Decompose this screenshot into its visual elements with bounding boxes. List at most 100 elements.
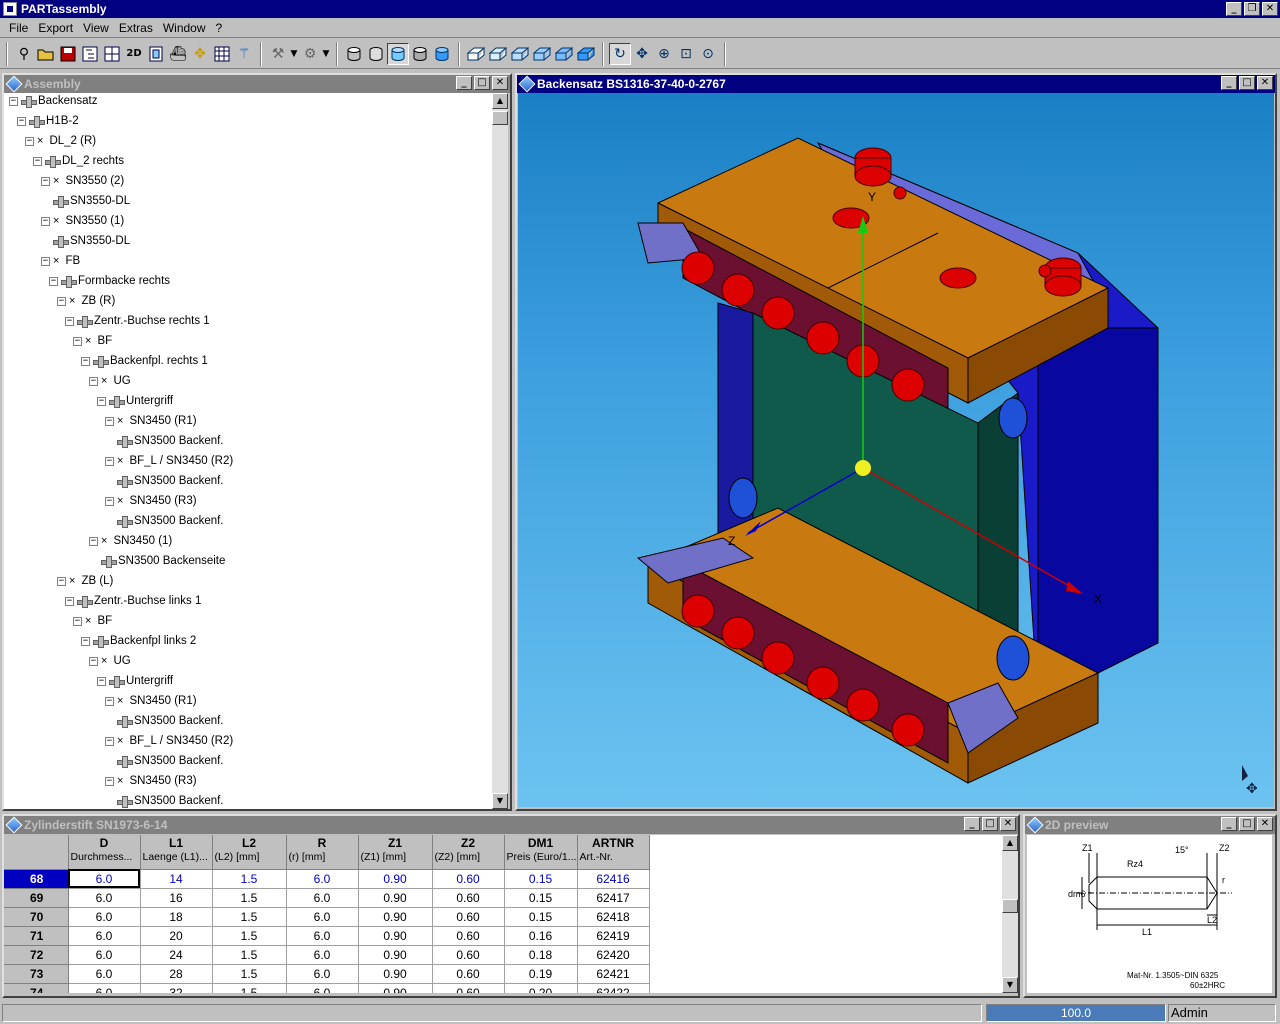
navigate-icon[interactable]: ⛴ xyxy=(167,43,189,65)
2d-view-icon[interactable]: 2D xyxy=(123,43,145,65)
table-cell[interactable]: 0.60 xyxy=(432,907,505,927)
viewport-close-button[interactable]: ✕ xyxy=(1257,76,1273,90)
tree-node[interactable]: − DL_2 rechts xyxy=(33,151,124,171)
table-cell[interactable]: 6.0 xyxy=(286,888,359,908)
column-header-r[interactable]: R (r) [mm] xyxy=(286,835,359,870)
cylinder-outline-icon[interactable] xyxy=(365,43,387,65)
tree-node[interactable]: SN3550-DL xyxy=(41,231,130,251)
collapse-toggle-icon[interactable]: − xyxy=(33,156,42,166)
table-cell[interactable]: 6.0 xyxy=(68,888,141,908)
table-cell[interactable]: 6.0 xyxy=(286,983,359,993)
restore-button[interactable]: ❐ xyxy=(1244,2,1260,16)
table-cell[interactable]: 14 xyxy=(140,869,213,889)
column-header-artnr[interactable]: ARTNR Art.-Nr. xyxy=(577,835,650,870)
column-header-z2[interactable]: Z2 (Z2) [mm] xyxy=(432,835,505,870)
tree-node[interactable]: − × SN3450 (R1) xyxy=(105,411,197,431)
table-cell[interactable]: 28 xyxy=(140,964,213,984)
tree-node[interactable]: SN3500 Backenf. xyxy=(105,711,224,731)
table-row[interactable]: 69 6.0 16 1.5 6.0 0.90 0.60 0.15 62417 xyxy=(4,888,650,908)
menu-extras[interactable]: Extras xyxy=(114,21,158,35)
collapse-toggle-icon[interactable]: − xyxy=(57,296,66,306)
collapse-toggle-icon[interactable]: − xyxy=(105,776,114,786)
tree-node[interactable]: − × UG xyxy=(89,371,131,391)
collapse-toggle-icon[interactable]: − xyxy=(105,696,114,706)
table-cell[interactable]: 6.0 xyxy=(286,907,359,927)
tree-node[interactable]: − × SN3450 (1) xyxy=(89,531,172,551)
table-cell[interactable]: 0.16 xyxy=(504,926,578,946)
scroll-thumb[interactable] xyxy=(492,111,508,125)
table-cell[interactable]: 0.60 xyxy=(432,869,505,889)
table-scroll-thumb[interactable] xyxy=(1002,899,1018,913)
binoculars-icon[interactable]: ⚲ xyxy=(13,43,35,65)
tree-node[interactable]: − × FB xyxy=(41,251,80,271)
row-number[interactable]: 74 xyxy=(4,983,69,993)
box-hidden-icon[interactable] xyxy=(487,43,509,65)
table-cell[interactable]: 1.5 xyxy=(212,945,287,965)
zoom-window-icon[interactable]: ⊕ xyxy=(653,43,675,65)
table-close-button[interactable]: ✕ xyxy=(1000,817,1016,831)
collapse-toggle-icon[interactable]: − xyxy=(65,596,74,606)
tree-node[interactable]: − Formbacke rechts xyxy=(49,271,170,291)
tree-node[interactable]: SN3500 Backenf. xyxy=(105,431,224,451)
table-row[interactable]: 72 6.0 24 1.5 6.0 0.90 0.60 0.18 62420 xyxy=(4,945,650,965)
save-icon[interactable] xyxy=(57,43,79,65)
assembly-maximize-button[interactable]: □ xyxy=(474,76,490,90)
column-header-dm1[interactable]: DM1 Preis (Euro/1... xyxy=(504,835,578,870)
row-number[interactable]: 68 xyxy=(4,869,69,889)
table-cell[interactable]: 0.60 xyxy=(432,926,505,946)
table-cell[interactable]: 0.90 xyxy=(358,888,433,908)
zoom-icon[interactable]: ⊙ xyxy=(697,43,719,65)
viewport-minimize-button[interactable]: _ xyxy=(1221,76,1237,90)
assembly-minimize-button[interactable]: _ xyxy=(456,76,472,90)
collapse-toggle-icon[interactable]: − xyxy=(89,656,98,666)
tree-node[interactable]: SN3500 Backenseite xyxy=(89,551,225,571)
collapse-toggle-icon[interactable]: − xyxy=(81,636,90,646)
tree-node[interactable]: − × DL_2 (R) xyxy=(25,131,96,151)
collapse-toggle-icon[interactable]: − xyxy=(17,116,26,126)
viewport-maximize-button[interactable]: □ xyxy=(1239,76,1255,90)
table-cell[interactable]: 1.5 xyxy=(212,869,287,889)
3d-view-icon[interactable] xyxy=(145,43,167,65)
table-cell[interactable]: 6.0 xyxy=(286,964,359,984)
table-cell[interactable]: 62416 xyxy=(577,869,650,889)
table-cell[interactable]: 0.90 xyxy=(358,983,433,993)
table-cell[interactable]: 62417 xyxy=(577,888,650,908)
collapse-toggle-icon[interactable]: − xyxy=(105,416,114,426)
dropdown-icon[interactable]: ▼ xyxy=(321,43,331,65)
box-wire-icon[interactable] xyxy=(465,43,487,65)
table-cell[interactable]: 62420 xyxy=(577,945,650,965)
table-cell[interactable]: 1.5 xyxy=(212,964,287,984)
table-cell[interactable]: 18 xyxy=(140,907,213,927)
tree-node[interactable]: SN3500 Backenf. xyxy=(105,751,224,771)
tree-node[interactable]: SN3550-DL xyxy=(41,191,130,211)
table-row[interactable]: 68 6.0 14 1.5 6.0 0.90 0.60 0.15 62416 xyxy=(4,869,650,889)
tree-node[interactable]: − × BF_L / SN3450 (R2) xyxy=(105,451,233,471)
tools-icon[interactable]: ⚒ xyxy=(267,43,289,65)
cylinder-active-icon[interactable] xyxy=(387,42,409,65)
table-cell[interactable]: 0.60 xyxy=(432,964,505,984)
table-cell[interactable]: 6.0 xyxy=(286,869,359,889)
table-cell[interactable]: 0.90 xyxy=(358,945,433,965)
preview-minimize-button[interactable]: _ xyxy=(1221,817,1237,831)
tree-node[interactable]: − × BF xyxy=(73,331,112,351)
tree-node[interactable]: − × ZB (L) xyxy=(57,571,113,591)
collapse-toggle-icon[interactable]: − xyxy=(105,736,114,746)
table-cell[interactable]: 62422 xyxy=(577,983,650,993)
collapse-toggle-icon[interactable]: − xyxy=(81,356,90,366)
pan-icon[interactable]: ✥ xyxy=(631,43,653,65)
table-cell[interactable]: 1.5 xyxy=(212,983,287,993)
box-transparent-icon[interactable] xyxy=(553,43,575,65)
column-header-z1[interactable]: Z1 (Z1) [mm] xyxy=(358,835,433,870)
column-header-l1[interactable]: L1 Laenge (L1)... xyxy=(140,835,213,870)
table-row[interactable]: 74 6.0 32 1.5 6.0 0.90 0.60 0.20 62422 xyxy=(4,983,650,993)
table-cell[interactable]: 0.15 xyxy=(504,869,578,889)
assembly-scrollbar[interactable]: ▲ ▼ xyxy=(492,93,508,809)
tree-node[interactable]: − × UG xyxy=(89,651,131,671)
table-scroll-down-button[interactable]: ▼ xyxy=(1002,977,1018,993)
table-cell[interactable]: 0.90 xyxy=(358,907,433,927)
table-cell[interactable]: 62419 xyxy=(577,926,650,946)
table-cell[interactable]: 0.60 xyxy=(432,888,505,908)
table-cell[interactable]: 6.0 xyxy=(68,945,141,965)
table-row[interactable]: 73 6.0 28 1.5 6.0 0.90 0.60 0.19 62421 xyxy=(4,964,650,984)
tree-node[interactable]: SN3500 Backenf. xyxy=(105,791,224,809)
